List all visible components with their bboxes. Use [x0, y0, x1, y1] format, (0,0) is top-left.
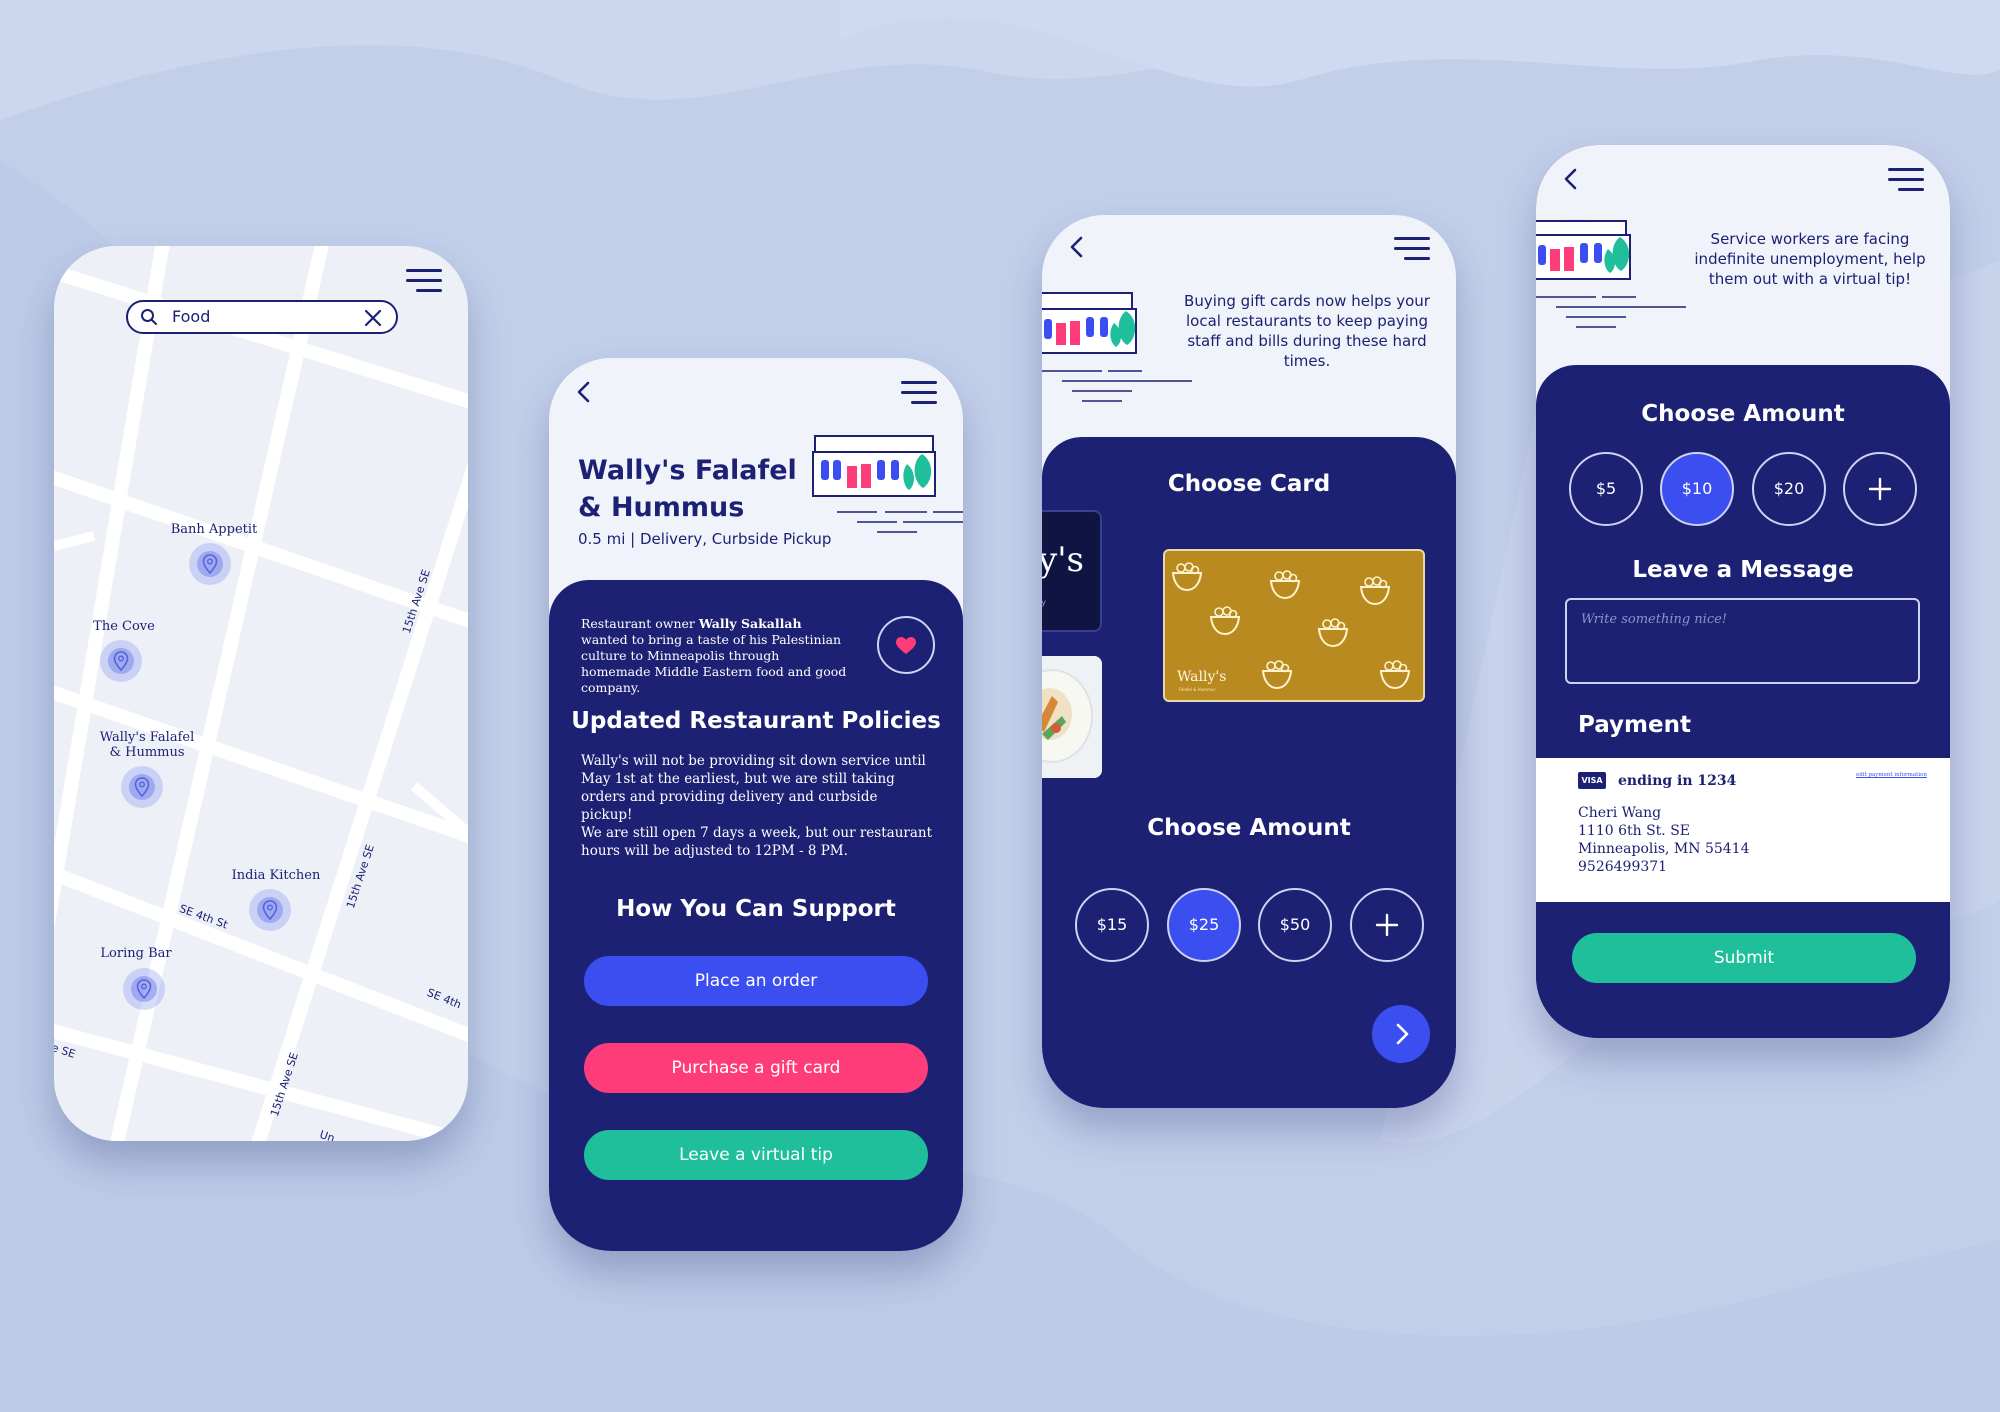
map-pin[interactable] [100, 640, 142, 682]
billing-name: Cheri Wang [1578, 805, 1662, 821]
gift-card-option-dark[interactable]: y's ry [1042, 510, 1102, 632]
search-bar[interactable]: Food [126, 300, 398, 334]
owner-name: Wally Sakallah [698, 616, 802, 631]
search-input[interactable]: Food [172, 307, 210, 326]
hamburger-menu-icon[interactable] [406, 269, 442, 293]
location-pin-icon [262, 900, 278, 920]
chevron-left-icon[interactable] [1560, 167, 1584, 191]
custom-amount-button[interactable] [1843, 452, 1917, 526]
message-textarea[interactable]: Write something nice! [1565, 598, 1920, 684]
storefront-illustration [812, 435, 963, 533]
pin-label: Loring Bar [100, 946, 172, 961]
map-pin[interactable] [249, 889, 291, 931]
hamburger-menu-icon[interactable] [1888, 168, 1924, 192]
tip-intro-text: Service workers are facing indefinite un… [1694, 230, 1926, 288]
billing-street: 1110 6th St. SE [1578, 823, 1691, 839]
map-screen: 15th Ave SE 15th Ave SE SE 4th St SE 4th… [54, 246, 468, 1141]
map-pin[interactable] [189, 543, 231, 585]
chevron-left-icon[interactable] [1066, 235, 1090, 259]
restaurant-title: Wally's Falafel & Hummus [578, 452, 797, 526]
restaurant-info-panel: Restaurant owner Wally Sakallah wanted t… [549, 580, 963, 1251]
hamburger-menu-icon[interactable] [901, 381, 937, 405]
tip-panel: Choose Amount $5 $10 $20 Leave a Message… [1536, 365, 1950, 1038]
story-text: wanted to bring a taste of his Palestini… [581, 632, 847, 695]
amount-option[interactable]: $20 [1752, 452, 1826, 526]
submit-button[interactable]: Submit [1572, 933, 1916, 983]
food-photo [1042, 656, 1102, 778]
street-map[interactable] [54, 246, 468, 1141]
restaurant-subtitle: 0.5 mi | Delivery, Curbside Pickup [578, 530, 832, 548]
support-heading: How You Can Support [616, 896, 896, 922]
pin-label: Wally's Falafel & Hummus [99, 730, 195, 760]
location-pin-icon [134, 777, 150, 797]
storefront-illustration [1042, 292, 1192, 402]
message-heading: Leave a Message [1632, 557, 1854, 583]
title-line: & Hummus [578, 492, 745, 523]
restaurant-story: Restaurant owner Wally Sakallah wanted t… [581, 616, 851, 696]
gift-card-panel: Choose Card y's ry [1042, 437, 1456, 1108]
gift-card-brand: Wally's [1177, 669, 1227, 685]
gift-card-option-photo[interactable] [1042, 656, 1102, 778]
map-pin[interactable] [123, 968, 165, 1010]
gift-intro-text: Buying gift cards now helps your local r… [1184, 292, 1430, 370]
billing-city: Minneapolis, MN 55414 [1578, 841, 1750, 857]
location-pin-icon [202, 554, 218, 574]
pin-label: Banh Appetit [170, 522, 258, 537]
card-ending: ending in 1234 [1618, 773, 1737, 789]
gift-card-screen: Buying gift cards now helps your local r… [1042, 215, 1456, 1108]
title-line: Wally's Falafel [578, 455, 797, 486]
pin-label: India Kitchen [231, 868, 321, 883]
choose-amount-heading: Choose Amount [1641, 401, 1845, 427]
choose-card-heading: Choose Card [1167, 471, 1331, 497]
purchase-gift-card-button[interactable]: Purchase a gift card [584, 1043, 928, 1093]
amount-option-selected[interactable]: $10 [1660, 452, 1734, 526]
chevron-right-icon [1396, 1023, 1409, 1045]
heart-icon [896, 637, 916, 654]
amount-option[interactable]: $50 [1258, 888, 1332, 962]
plus-icon [1375, 913, 1399, 937]
location-pin-icon [136, 979, 152, 999]
gift-card-small-text: Falafel & Hummus [1179, 687, 1216, 692]
next-button[interactable] [1372, 1005, 1430, 1063]
edit-payment-link[interactable]: edit payment information [1856, 772, 1927, 778]
card-brand-text: y's [1042, 540, 1085, 580]
policy-paragraph: Wally's will not be providing sit down s… [581, 753, 926, 823]
gift-card-selected[interactable]: Wally's Falafel & Hummus [1163, 549, 1425, 702]
payment-info-card: VISA ending in 1234 edit payment informa… [1536, 758, 1950, 902]
favorite-button[interactable] [877, 616, 935, 674]
amount-option-selected[interactable]: $25 [1167, 888, 1241, 962]
payment-heading: Payment [1578, 712, 1691, 738]
plus-icon [1868, 477, 1892, 501]
place-order-button[interactable]: Place an order [584, 956, 928, 1006]
billing-phone: 9526499371 [1578, 859, 1668, 875]
story-text: Restaurant owner [581, 616, 699, 631]
map-pin[interactable] [121, 766, 163, 808]
pin-label: The Cove [93, 619, 155, 634]
message-placeholder: Write something nice! [1581, 612, 1728, 627]
amount-option[interactable]: $5 [1569, 452, 1643, 526]
policies-heading: Updated Restaurant Policies [571, 708, 941, 734]
chevron-left-icon[interactable] [573, 380, 597, 404]
location-pin-icon [113, 651, 129, 671]
leave-virtual-tip-button[interactable]: Leave a virtual tip [584, 1130, 928, 1180]
close-icon[interactable] [364, 309, 382, 327]
storefront-illustration [1536, 219, 1686, 328]
policy-paragraph: We are still open 7 days a week, but our… [581, 825, 933, 859]
custom-amount-button[interactable] [1350, 888, 1424, 962]
visa-badge: VISA [1578, 772, 1606, 789]
amount-option[interactable]: $15 [1075, 888, 1149, 962]
virtual-tip-screen: Service workers are facing indefinite un… [1536, 145, 1950, 1038]
card-sub-text: ry [1042, 598, 1046, 607]
search-icon [141, 309, 157, 325]
hamburger-menu-icon[interactable] [1394, 237, 1430, 261]
choose-amount-heading: Choose Amount [1147, 815, 1351, 841]
billing-address: Cheri Wang 1110 6th St. SE Minneapolis, … [1578, 804, 1749, 876]
restaurant-screen: Wally's Falafel & Hummus 0.5 mi | Delive… [549, 358, 963, 1251]
